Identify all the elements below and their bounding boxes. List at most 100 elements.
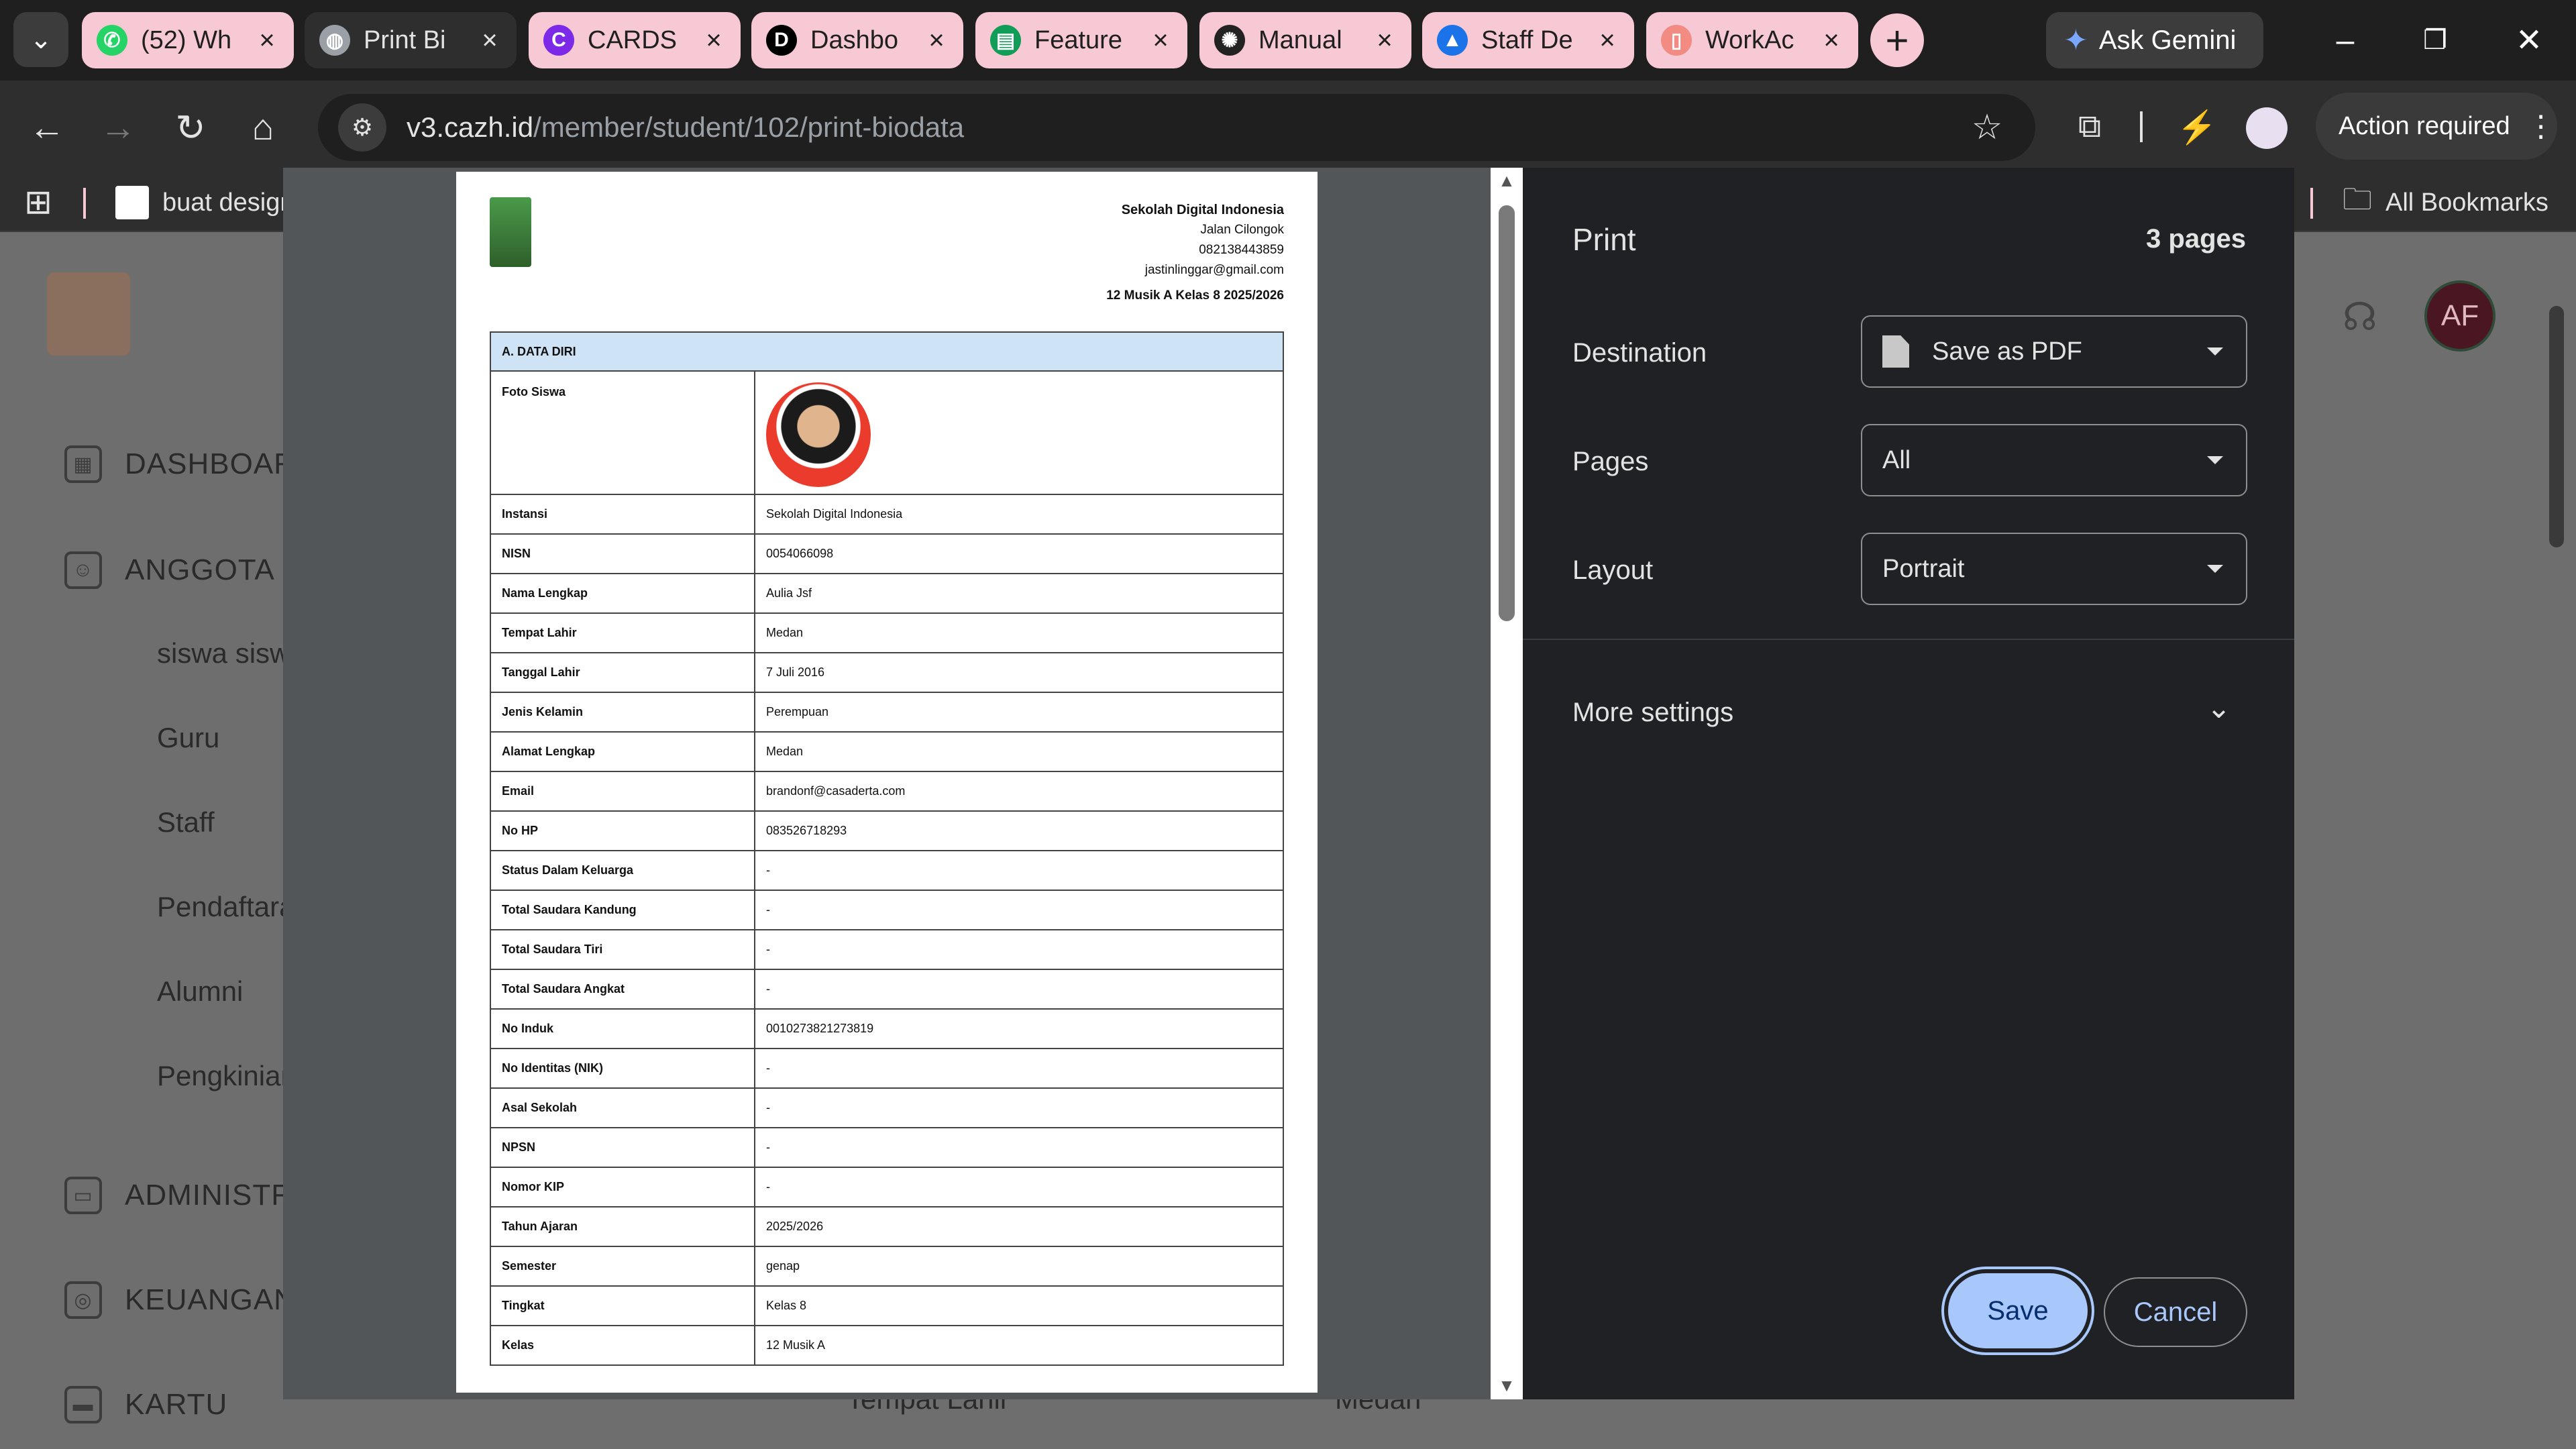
close-tab-icon[interactable]: ×	[1594, 25, 1621, 55]
tab[interactable]: ▲ Staff De ×	[1422, 12, 1634, 68]
field-value: Perempuan	[754, 692, 1284, 733]
tab[interactable]: ▤ Feature ×	[975, 12, 1187, 68]
field-value: Aulia Jsf	[754, 573, 1284, 614]
site-info-icon[interactable]: ⚙	[338, 103, 386, 152]
address-bar[interactable]: ⚙ v3.cazh.id/member/student/102/print-bi…	[318, 94, 2035, 161]
print-dialog: Sekolah Digital Indonesia Jalan Cilongok…	[283, 168, 2294, 1399]
sidebar-subitem[interactable]: Staff	[157, 806, 215, 839]
pages-select[interactable]: All	[1861, 424, 2247, 496]
tab[interactable]: ✆ (52) Wh ×	[82, 12, 294, 68]
cancel-button[interactable]: Cancel	[2104, 1277, 2247, 1347]
profile-avatar[interactable]	[2246, 107, 2288, 149]
all-bookmarks-button[interactable]: 🗀 All Bookmarks	[2343, 182, 2548, 223]
table-row: Asal Sekolah -	[490, 1087, 1284, 1128]
sidebar-item[interactable]: ▦ DASHBOARD	[64, 445, 318, 483]
preview-scrollbar[interactable]: ▲ ▼	[1491, 168, 1523, 1399]
field-label: Total Saudara Tiri	[490, 929, 755, 970]
tab-label: WorkAc	[1705, 25, 1794, 54]
sidebar-item[interactable]: ◎ KEUANGAN	[64, 1281, 296, 1319]
save-button[interactable]: Save	[1948, 1273, 2088, 1348]
destination-label: Destination	[1572, 338, 1707, 368]
tab[interactable]: ◍ Print Bi ×	[305, 12, 517, 68]
scroll-up-icon[interactable]: ▲	[1497, 170, 1516, 191]
table-row: No Induk 0010273821273819	[490, 1008, 1284, 1049]
field-value: 0010273821273819	[754, 1008, 1284, 1049]
scroll-down-icon[interactable]: ▼	[1497, 1375, 1516, 1396]
url-host: v3.cazh.id	[407, 111, 534, 143]
table-row: Total Saudara Tiri -	[490, 929, 1284, 970]
close-tab-icon[interactable]: ×	[1147, 25, 1174, 55]
table-row: Total Saudara Kandung -	[490, 890, 1284, 930]
card-icon: ▬	[64, 1386, 102, 1424]
table-row: NISN 0054066098	[490, 533, 1284, 574]
forward-button[interactable]: →	[91, 101, 145, 154]
table-row: Nomor KIP -	[490, 1167, 1284, 1208]
chevron-down-icon[interactable]: ⌄	[2206, 691, 2231, 725]
table-row: Instansi Sekolah Digital Indonesia	[490, 494, 1284, 535]
tab-search-button[interactable]: ⌄	[13, 12, 68, 67]
page-scrollbar[interactable]	[2549, 306, 2564, 547]
table-row: Nama Lengkap Aulia Jsf	[490, 573, 1284, 614]
field-label: Tahun Ajaran	[490, 1206, 755, 1247]
folder-icon: ▭	[64, 1177, 102, 1214]
table-row: Tempat Lahir Medan	[490, 612, 1284, 653]
print-preview: Sekolah Digital Indonesia Jalan Cilongok…	[283, 168, 1523, 1399]
minimize-button[interactable]: –	[2318, 13, 2372, 67]
sidebar-subitem[interactable]: Guru	[157, 722, 219, 754]
close-tab-icon[interactable]: ×	[1818, 25, 1845, 55]
headset-icon[interactable]: ☊	[2343, 294, 2387, 339]
table-row: No HP 083526718293	[490, 810, 1284, 851]
home-button[interactable]: ⌂	[236, 101, 290, 154]
sidebar-item[interactable]: ▬ KARTU	[64, 1386, 227, 1424]
field-label: Alamat Lengkap	[490, 731, 755, 772]
destination-select[interactable]: Save as PDF	[1861, 315, 2247, 388]
bookmark-item[interactable]: buat design	[115, 182, 294, 223]
student-photo	[766, 382, 871, 487]
tab[interactable]: ✺ Manual ×	[1199, 12, 1411, 68]
back-button[interactable]: ←	[20, 101, 74, 154]
field-label: Tingkat	[490, 1285, 755, 1326]
close-tab-icon[interactable]: ×	[254, 25, 280, 55]
tab[interactable]: C CARDS ×	[529, 12, 741, 68]
action-required-button[interactable]: Action required ⋮	[2316, 93, 2557, 160]
url-text[interactable]: v3.cazh.id/member/student/102/print-biod…	[407, 111, 964, 144]
performance-icon[interactable]: ⚡	[2174, 103, 2220, 150]
close-tab-icon[interactable]: ×	[923, 25, 950, 55]
restore-button[interactable]: ❐	[2408, 13, 2462, 67]
users-icon: ☺	[64, 551, 102, 589]
reload-button[interactable]: ↻	[164, 101, 217, 154]
tab-label: CARDS	[588, 25, 678, 54]
layout-select[interactable]: Portrait	[1861, 533, 2247, 605]
field-label: Nomor KIP	[490, 1167, 755, 1208]
ask-gemini-button[interactable]: ✦ Ask Gemini	[2046, 12, 2263, 68]
sidebar-subitem[interactable]: Pengkinian	[157, 1060, 297, 1092]
tab-label: Manual	[1258, 25, 1342, 54]
field-value: 0054066098	[754, 533, 1284, 574]
dashboard-icon: ▦	[64, 445, 102, 483]
bookmark-star-icon[interactable]: ☆	[1966, 106, 2008, 149]
new-tab-button[interactable]: +	[1870, 13, 1924, 67]
apps-grid-icon[interactable]: ⊞	[24, 185, 58, 219]
user-avatar[interactable]: AF	[2424, 280, 2496, 352]
close-tab-icon[interactable]: ×	[476, 25, 503, 55]
field-label: Semester	[490, 1246, 755, 1287]
doc-class-year: 12 Musik A Kelas 8 2025/2026	[1106, 288, 1284, 303]
sidebar-subitem[interactable]: siswa siswi	[157, 637, 297, 669]
section-title: A. DATA DIRI	[490, 331, 1284, 372]
sidebar-subitem[interactable]: Alumni	[157, 975, 243, 1008]
preview-scroll-thumb[interactable]	[1499, 205, 1515, 621]
tab[interactable]: ▯ WorkAc ×	[1646, 12, 1858, 68]
close-tab-icon[interactable]: ×	[700, 25, 727, 55]
reload-icon: ↻	[175, 107, 206, 148]
table-row: Jenis Kelamin Perempuan	[490, 692, 1284, 733]
tab-label: Print Bi	[364, 25, 446, 54]
field-value: -	[754, 929, 1284, 970]
close-tab-icon[interactable]: ×	[1371, 25, 1398, 55]
more-settings-toggle[interactable]: More settings	[1572, 698, 1733, 728]
sidebar-item[interactable]: ☺ ANGGOTA	[64, 551, 275, 589]
tab[interactable]: D Dashbo ×	[751, 12, 963, 68]
field-value: Sekolah Digital Indonesia	[754, 494, 1284, 535]
arrow-left-icon: ←	[29, 107, 65, 148]
extensions-icon[interactable]: ⧉	[2066, 103, 2113, 150]
close-window-button[interactable]: ✕	[2502, 13, 2556, 67]
